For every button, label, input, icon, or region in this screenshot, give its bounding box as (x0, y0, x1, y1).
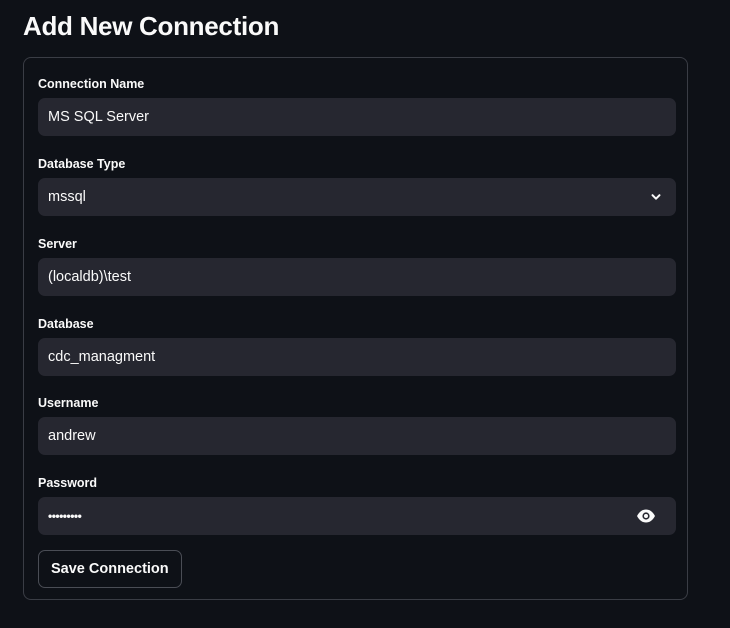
server-box (38, 258, 676, 296)
server-label: Server (38, 237, 77, 251)
database-input[interactable] (38, 338, 676, 376)
username-input[interactable] (38, 417, 676, 455)
connection-name-input[interactable] (38, 98, 676, 136)
database-type-select[interactable]: mssql (38, 178, 676, 216)
database-box (38, 338, 676, 376)
database-type-value: mssql (48, 189, 86, 205)
password-label: Password (38, 476, 98, 490)
save-connection-button[interactable]: Save Connection (38, 550, 182, 588)
database-label: Database (38, 317, 94, 331)
password-field[interactable]: ••••••••• (38, 497, 676, 535)
eye-icon[interactable] (636, 508, 656, 524)
connection-name-box (38, 98, 676, 136)
connection-form: Connection Name Database Type mssql Serv… (23, 57, 688, 600)
chevron-down-icon[interactable] (650, 191, 662, 203)
connection-name-label: Connection Name (38, 77, 145, 91)
database-type-label: Database Type (38, 157, 126, 171)
page: Add New Connection Connection Name Datab… (0, 0, 730, 628)
username-box (38, 417, 676, 455)
username-label: Username (38, 396, 99, 410)
server-input[interactable] (38, 258, 676, 296)
page-title: Add New Connection (23, 11, 280, 41)
password-masked-value: ••••••••• (48, 509, 82, 523)
